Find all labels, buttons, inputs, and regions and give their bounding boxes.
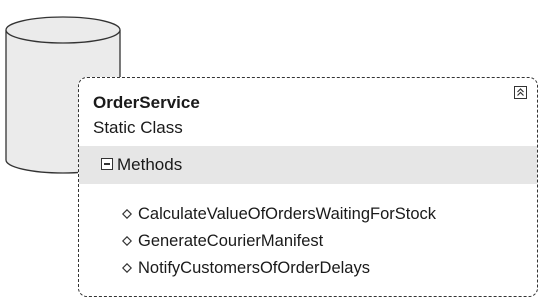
class-name: OrderService [93,93,200,112]
method-label: GenerateCourierManifest [138,232,324,250]
class-shape[interactable]: OrderService Static Class Methods Calcul… [78,77,538,297]
method-label: CalculateValueOfOrdersWaitingForStock [138,205,437,223]
double-chevron-up-icon[interactable] [514,86,527,99]
minus-box-icon[interactable] [101,158,113,170]
methods-section-label: Methods [117,155,183,174]
diamond-outline-icon [122,263,132,273]
method-label: NotifyCustomersOfOrderDelays [138,259,370,277]
diamond-outline-icon [122,209,132,219]
methods-section-header[interactable]: Methods [79,146,537,184]
class-header[interactable]: OrderService Static Class [79,78,537,146]
method-item[interactable]: CalculateValueOfOrdersWaitingForStock [79,201,537,228]
class-stereotype: Static Class [93,118,183,137]
method-item[interactable]: GenerateCourierManifest [79,228,537,255]
method-item[interactable]: NotifyCustomersOfOrderDelays [79,255,537,282]
method-list: CalculateValueOfOrdersWaitingForStock Ge… [79,201,537,282]
diamond-outline-icon [122,236,132,246]
